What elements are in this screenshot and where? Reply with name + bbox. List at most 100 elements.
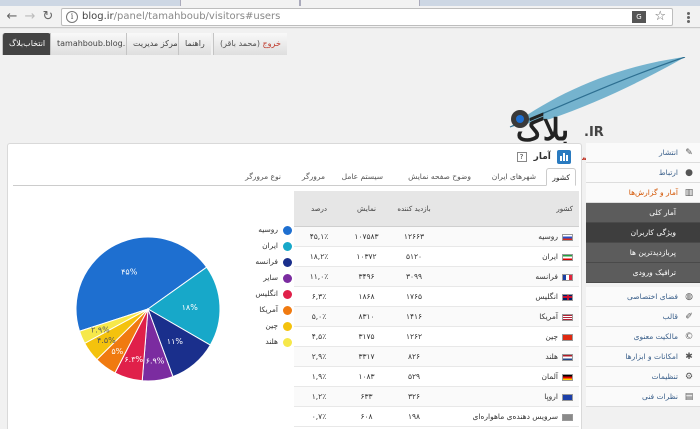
table-header: کشور بازدید کننده نمایش درصد: [294, 191, 579, 227]
cell-country: آلمان: [439, 367, 577, 387]
cell-views: ۱۰۸۳: [358, 372, 375, 381]
logout-label: خروج: [262, 39, 281, 48]
header-country[interactable]: کشور: [439, 191, 577, 227]
legend-item[interactable]: فرانسه: [236, 255, 294, 271]
sidebar-item-label: مالکیت معنوی: [633, 332, 678, 341]
cell-views: ۶۳۳: [360, 392, 373, 401]
legend-item[interactable]: روسیه: [236, 223, 294, 239]
slice-label: ۶.۳%: [124, 355, 143, 364]
flag-icon: [562, 253, 573, 261]
document-icon: ▤: [684, 392, 694, 402]
legend-color-dot: [283, 322, 292, 331]
cell-percent: ۱,۹٪: [311, 372, 327, 381]
legend-item[interactable]: سایر: [236, 271, 294, 287]
sidebar-item-settings[interactable]: تنظیمات ⚙: [586, 367, 700, 387]
translate-icon[interactable]: G: [632, 11, 646, 23]
table-row: ایران ۵۱۲۰ ۱۰۳۷۲ ۱۸,۲٪: [294, 247, 579, 267]
tab-iran-cities[interactable]: شهرهای ایران: [487, 168, 541, 186]
cell-views: ۳۳۱۷: [358, 352, 375, 361]
table-body: روسیه ۱۲۶۶۳ ۱۰۷۵۸۳ ۴۵,۱٪ ایران ۵۱۲۰ ۱۰۳۷۲ ۱۸,۲٪…: [294, 227, 579, 427]
cell-views: ۶۰۸: [360, 412, 373, 421]
tab-screen-resolution[interactable]: وضوح صفحه نمایش: [403, 168, 476, 186]
sidebar-sub-incoming-traffic[interactable]: ترافیک ورودی: [586, 263, 700, 283]
table-row: سرویس دهنده‌ی ماهواره‌ای ۱۹۸ ۶۰۸ ۰,۷٪: [294, 407, 579, 427]
header-percent[interactable]: درصد: [294, 191, 344, 227]
admin-center-link[interactable]: مرکز مدیریت: [126, 33, 184, 55]
tab-operating-system[interactable]: سیستم عامل: [337, 168, 388, 186]
panel-title: ? آمار: [516, 149, 571, 165]
browser-menu-icon[interactable]: [682, 11, 694, 25]
logout-link[interactable]: خروج (محمد باقر): [213, 33, 287, 55]
tools-icon: ✱: [685, 352, 693, 362]
back-icon[interactable]: ←: [4, 9, 20, 25]
legend-item[interactable]: آمریکا: [236, 303, 294, 319]
sidebar-sub-overall[interactable]: آمار کلی: [586, 203, 700, 223]
sidebar-sub-user-features[interactable]: ویژگی کاربران: [586, 223, 700, 243]
slice-label: ۵%: [111, 347, 123, 356]
cell-percent: ۱,۲٪: [311, 392, 327, 401]
table-row: اروپا ۳۲۶ ۶۳۳ ۱,۲٪: [294, 387, 579, 407]
cell-visits: ۱۲۶۲: [405, 332, 423, 341]
legend-color-dot: [283, 258, 292, 267]
legend-item[interactable]: هلند: [236, 335, 294, 351]
flag-icon: [562, 373, 573, 381]
blog-domain-link[interactable]: tamahboub.blog.ir: [50, 33, 137, 55]
cell-visits: ۱۹۸: [407, 412, 421, 421]
page: انتخاب‌بلاگ tamahboub.blog.ir مرکز مدیری…: [0, 29, 700, 429]
sidebar-item-template[interactable]: قالب ✐: [586, 307, 700, 327]
sidebar-item-label: امکانات و ابزارها: [625, 352, 678, 361]
sidebar-item-stats[interactable]: آمار و گزارش‌ها ▥: [586, 183, 700, 203]
cell-visits: ۸۲۶: [407, 352, 421, 361]
country-table: کشور بازدید کننده نمایش درصد روسیه ۱۲۶۶۳ ۱…: [294, 191, 579, 427]
tab-browser[interactable]: مرورگر: [297, 168, 330, 186]
legend-item[interactable]: چین: [236, 319, 294, 335]
info-icon[interactable]: i: [66, 11, 78, 23]
flag-icon: [562, 293, 573, 301]
guide-link[interactable]: راهنما: [178, 33, 211, 55]
cell-views: ۸۳۱۰: [358, 312, 375, 321]
reload-icon[interactable]: ↻: [40, 9, 56, 25]
cell-percent: ۲,۹٪: [311, 352, 327, 361]
cell-country: آمریکا: [439, 307, 577, 327]
stats-tabs: کشور شهرهای ایران وضوح صفحه نمایش سیستم …: [13, 168, 576, 186]
legend-item[interactable]: ایران: [236, 239, 294, 255]
bookmark-star-icon[interactable]: ☆: [654, 9, 666, 24]
legend-label: هلند: [265, 337, 278, 346]
bar-chart-icon: [557, 149, 571, 164]
panel-title-text: آمار: [533, 152, 551, 162]
header-visits[interactable]: بازدید کننده: [389, 191, 439, 227]
chart-legend: روسیه ایران فرانسه سایر انگلیس آمریکا چین هلند: [236, 223, 294, 351]
cell-visits: ۱۲۶۶۳: [403, 232, 425, 241]
legend-label: چین: [265, 321, 278, 330]
sidebar-sub-most-visited[interactable]: پربازدیدترین ها: [586, 243, 700, 263]
cell-views: ۱۰۳۷۲: [356, 252, 377, 261]
sidebar-item-personal-space[interactable]: فضای اختصاصی ◍: [586, 287, 700, 307]
legend-label: فرانسه: [255, 257, 278, 266]
cell-views: ۳۱۷۵: [358, 332, 375, 341]
sidebar-item-features[interactable]: امکانات و ابزارها ✱: [586, 347, 700, 367]
sidebar-item-comments[interactable]: نظرات فنی ▤: [586, 387, 700, 407]
flag-icon: [562, 313, 573, 321]
cell-visits: ۵۱۲۰: [405, 252, 423, 261]
sidebar-item-label: انتشار: [658, 148, 678, 157]
cell-percent: ۱۸,۲٪: [309, 252, 329, 261]
flag-icon: [562, 393, 573, 401]
stats-panel: ? آمار کشور شهرهای ایران وضوح صفحه نمایش…: [7, 143, 582, 429]
cell-visits: ۳۲۶: [407, 392, 421, 401]
cell-country: چین: [439, 327, 577, 347]
tab-browser-type[interactable]: نوع مرورگر: [240, 168, 286, 186]
sidebar-item-publish[interactable]: انتشار ✎: [586, 143, 700, 163]
user-icon: ●: [685, 168, 693, 178]
forward-icon[interactable]: →: [22, 9, 38, 25]
help-icon[interactable]: ?: [516, 151, 527, 162]
sidebar-item-label: تنظیمات: [651, 372, 678, 381]
url-input[interactable]: i blog.ir/panel/tamahboub/visitors#users…: [61, 8, 673, 26]
sidebar-item-ownership[interactable]: مالکیت معنوی ©: [586, 327, 700, 347]
header-views[interactable]: نمایش: [344, 191, 389, 227]
sidebar-item-contacts[interactable]: ارتباط ●: [586, 163, 700, 183]
legend-item[interactable]: انگلیس: [236, 287, 294, 303]
cell-visits: ۱۴۱۶: [405, 312, 423, 321]
tab-country[interactable]: کشور: [546, 168, 576, 186]
choose-blog-button[interactable]: انتخاب‌بلاگ: [2, 33, 52, 55]
table-row: چین ۱۲۶۲ ۳۱۷۵ ۴,۵٪: [294, 327, 579, 347]
